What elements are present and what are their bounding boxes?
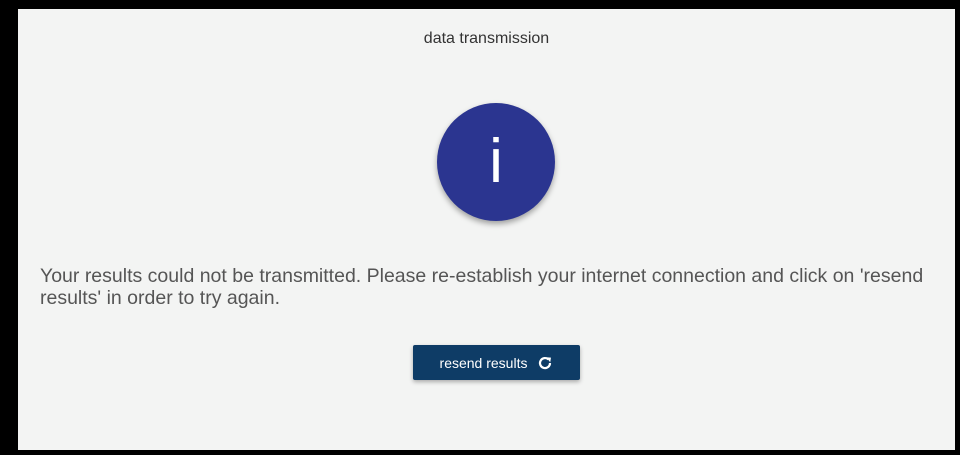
resend-button-label: resend results	[439, 354, 528, 371]
window-frame: data transmission i Your results could n…	[0, 0, 960, 455]
dialog-panel: data transmission i Your results could n…	[18, 9, 955, 450]
info-icon: i	[437, 103, 555, 221]
dialog-title: data transmission	[423, 30, 550, 47]
resend-results-button[interactable]: resend results	[413, 345, 580, 380]
info-icon-glyph: i	[489, 127, 503, 196]
error-message: Your results could not be transmitted. P…	[40, 265, 924, 309]
refresh-icon	[539, 356, 552, 369]
